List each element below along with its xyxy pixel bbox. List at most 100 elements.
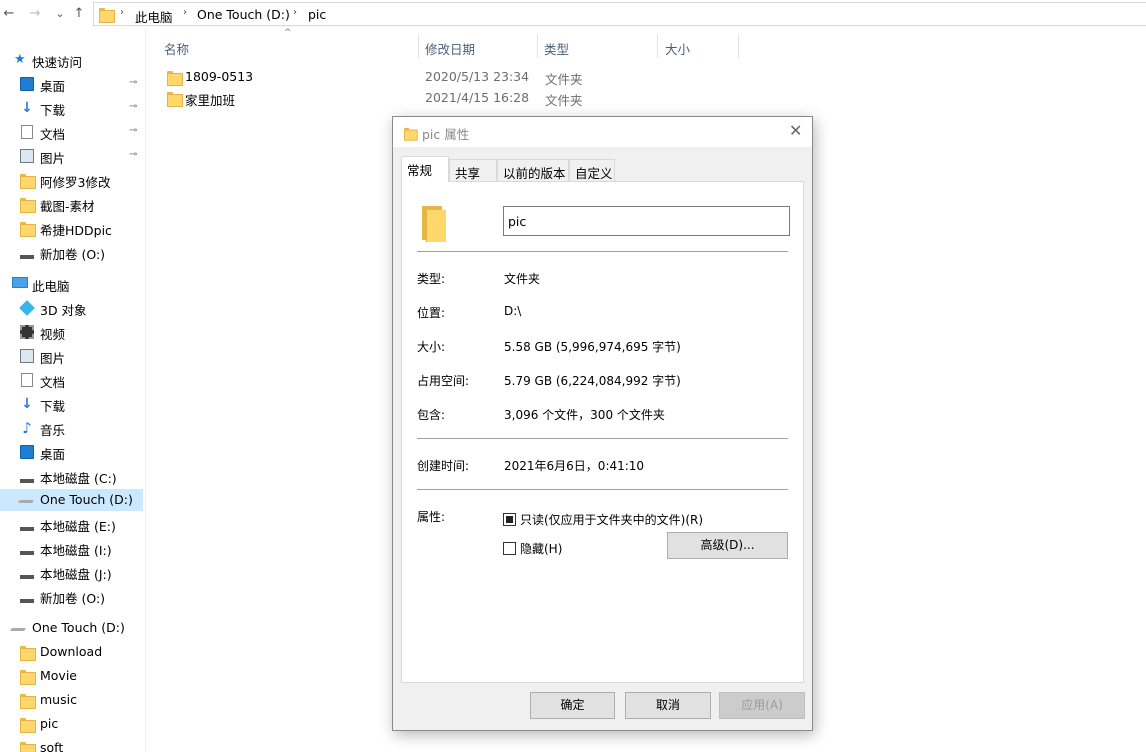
nav-item-folder[interactable]: Download: [0, 641, 143, 663]
hidden-label[interactable]: 隐藏(H): [520, 540, 562, 557]
tab-sharing[interactable]: 共享: [449, 159, 497, 181]
disk-size-value: 5.79 GB (6,224,084,992 字节): [504, 374, 681, 388]
folder-name-input[interactable]: [503, 206, 790, 236]
column-divider[interactable]: [657, 34, 658, 58]
nav-item-downloads[interactable]: ↓ 下载: [0, 393, 143, 415]
location-label: 位置:: [417, 306, 446, 320]
tab-general[interactable]: 常规: [401, 156, 449, 182]
usb-drive-icon: [10, 621, 30, 631]
nav-item-pictures[interactable]: 图片 ⊸: [0, 145, 143, 167]
nav-item-videos[interactable]: 视频: [0, 321, 143, 343]
close-icon[interactable]: ✕: [789, 121, 802, 140]
size-value: 5.58 GB (5,996,974,695 字节): [504, 340, 681, 354]
created-value: 2021年6月6日，0:41:10: [504, 459, 645, 473]
drive-icon: [20, 545, 34, 555]
nav-label: pic: [40, 716, 59, 731]
nav-item-desktop[interactable]: 桌面: [0, 441, 143, 463]
nav-label: 快速访问: [32, 55, 83, 70]
nav-item-drive-d[interactable]: One Touch (D:): [0, 489, 143, 511]
nav-label: 桌面: [40, 447, 66, 462]
file-type: 文件夹: [545, 93, 583, 108]
column-header-type[interactable]: 类型: [544, 39, 569, 58]
nav-item-drive-j[interactable]: 本地磁盘 (J:): [0, 561, 143, 583]
nav-drive-root[interactable]: One Touch (D:): [0, 617, 143, 639]
back-arrow-icon[interactable]: ←: [0, 4, 18, 24]
column-header-name[interactable]: 名称: [164, 39, 189, 58]
nav-item-folder[interactable]: soft: [0, 737, 143, 752]
nav-item-desktop[interactable]: 桌面 ⊸: [0, 73, 143, 95]
column-divider[interactable]: [738, 34, 739, 58]
tab-customize[interactable]: 自定义: [569, 159, 615, 181]
breadcrumb-pic[interactable]: pic: [308, 7, 326, 22]
nav-label: One Touch (D:): [40, 492, 133, 507]
hidden-checkbox[interactable]: [503, 542, 516, 555]
drive-icon: [20, 593, 34, 603]
nav-label: music: [40, 692, 77, 707]
column-header-modified[interactable]: 修改日期: [425, 39, 475, 58]
pin-icon[interactable]: ⊸: [129, 77, 137, 88]
pin-icon[interactable]: ⊸: [129, 125, 137, 136]
nav-quick-access[interactable]: ★ 快速访问: [0, 49, 143, 71]
nav-item-folder[interactable]: 阿修罗3修改: [0, 169, 143, 191]
navigation-pane[interactable]: ★ 快速访问 桌面 ⊸ ↓ 下载 ⊸ 文档 ⊸ 图片 ⊸ 阿修罗3修改 截图-素…: [0, 28, 146, 752]
file-name: 1809-0513: [185, 69, 254, 84]
music-note-icon: ♪: [22, 419, 32, 437]
nav-label: 新加卷 (O:): [40, 247, 106, 262]
breadcrumb-separator-icon[interactable]: ›: [183, 7, 187, 18]
folder-icon: [20, 693, 36, 709]
cancel-button[interactable]: 取消: [625, 692, 711, 719]
pin-icon[interactable]: ⊸: [129, 101, 137, 112]
nav-item-drive-c[interactable]: 本地磁盘 (C:): [0, 465, 143, 487]
nav-item-documents[interactable]: 文档 ⊸: [0, 121, 143, 143]
file-row[interactable]: 1809-0513 2020/5/13 23:34 文件夹: [163, 66, 603, 87]
readonly-label[interactable]: 只读(仅应用于文件夹中的文件)(R): [520, 511, 703, 528]
nav-item-folder[interactable]: music: [0, 689, 143, 711]
breadcrumb-separator-icon[interactable]: ›: [120, 7, 124, 18]
type-label: 类型:: [417, 272, 446, 286]
star-icon: ★: [14, 52, 26, 67]
address-box[interactable]: › 此电脑 › One Touch (D:) › pic: [93, 2, 1146, 26]
breadcrumb-separator-icon[interactable]: ›: [293, 7, 297, 18]
advanced-button[interactable]: 高级(D)...: [667, 532, 788, 559]
column-divider[interactable]: [418, 34, 419, 58]
dialog-title: pic 属性: [422, 127, 470, 142]
nav-item-folder[interactable]: pic: [0, 713, 143, 735]
nav-label: soft: [40, 740, 64, 752]
nav-item-drive[interactable]: 新加卷 (O:): [0, 241, 143, 263]
nav-item-drive-i[interactable]: 本地磁盘 (I:): [0, 537, 143, 559]
nav-item-folder[interactable]: 希捷HDDpic: [0, 217, 143, 239]
tab-previous-versions[interactable]: 以前的版本: [497, 159, 569, 181]
dialog-title-bar[interactable]: pic 属性 ✕: [393, 117, 812, 147]
breadcrumb-this-pc[interactable]: 此电脑: [135, 7, 173, 26]
folder-icon: [99, 7, 115, 23]
folder-icon: [167, 70, 183, 86]
nav-item-music[interactable]: ♪ 音乐: [0, 417, 143, 439]
nav-item-drive-e[interactable]: 本地磁盘 (E:): [0, 513, 143, 535]
nav-item-folder[interactable]: 截图-素材: [0, 193, 143, 215]
apply-button[interactable]: 应用(A): [719, 692, 805, 719]
nav-item-downloads[interactable]: ↓ 下载 ⊸: [0, 97, 143, 119]
drive-icon: [20, 249, 34, 259]
column-header-size[interactable]: 大小: [665, 39, 690, 58]
nav-item-drive-o[interactable]: 新加卷 (O:): [0, 585, 143, 607]
breadcrumb-drive[interactable]: One Touch (D:): [197, 7, 290, 22]
folder-icon: [167, 91, 183, 107]
nav-label: 下载: [40, 399, 66, 414]
readonly-checkbox[interactable]: [503, 513, 516, 526]
forward-arrow-icon[interactable]: →: [26, 4, 44, 24]
folder-icon: [20, 197, 36, 213]
nav-label: 音乐: [40, 423, 66, 438]
nav-item-pictures[interactable]: 图片: [0, 345, 143, 367]
file-date: 2021/4/15 16:28: [425, 90, 530, 105]
ok-button[interactable]: 确定: [530, 692, 615, 719]
nav-this-pc[interactable]: 此电脑: [0, 273, 143, 295]
nav-item-3d-objects[interactable]: 3D 对象: [0, 297, 143, 319]
up-arrow-icon[interactable]: ↑: [70, 4, 88, 24]
pin-icon[interactable]: ⊸: [129, 149, 137, 160]
nav-label: 图片: [40, 351, 66, 366]
column-divider[interactable]: [537, 34, 538, 58]
nav-item-folder[interactable]: Movie: [0, 665, 143, 687]
nav-item-documents[interactable]: 文档: [0, 369, 143, 391]
recent-locations-chevron-icon[interactable]: ⌄: [51, 4, 69, 24]
file-row[interactable]: 家里加班 2021/4/15 16:28 文件夹: [163, 87, 603, 108]
